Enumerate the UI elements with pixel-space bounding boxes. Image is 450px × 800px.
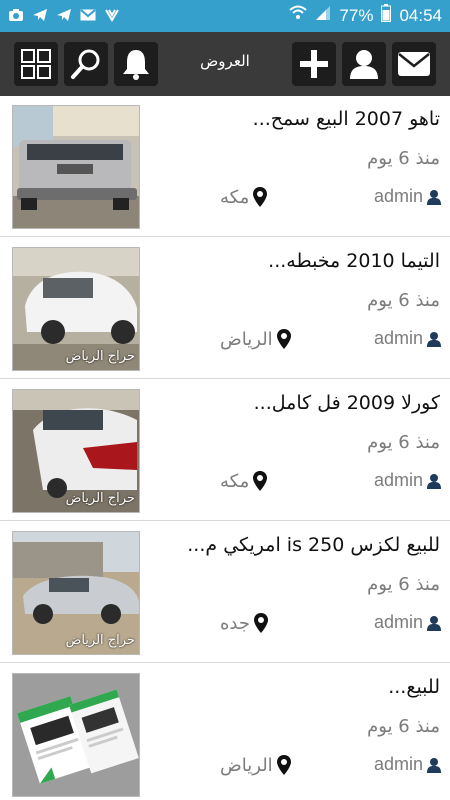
map-pin-icon [254,613,269,633]
grid-icon [21,49,51,79]
photo-icon [8,6,24,24]
city-name: جده [220,612,251,634]
mail-icon [398,52,430,76]
user-icon [427,189,441,205]
battery-text: 77% [339,5,374,25]
listing-row[interactable]: للبيع... منذ 6 يوم admin الرياض [0,664,450,800]
listing-time: منذ 6 يوم [367,290,440,311]
author-name: admin [373,328,423,348]
map-pin-icon [276,329,291,349]
author-name: admin [373,612,423,632]
listing-row[interactable]: حراج الرياض كورلا 2009 فل كامل... منذ 6 … [0,380,450,521]
listing-author: admin [374,186,442,207]
listing-title[interactable]: التيما 2010 مخبطه... [150,250,440,272]
thumbnail-watermark: حراج الرياض [65,491,135,506]
thumbnail-watermark: حراج الرياض [65,633,135,648]
listing-title[interactable]: تاهو 2007 البيع سمح... [150,108,440,130]
system-status: 77% 04:54 [289,4,442,27]
listing-thumbnail[interactable]: حراج الرياض [12,389,140,513]
city-name: الرياض [220,328,273,350]
listing-thumbnail[interactable] [12,673,140,797]
search-button[interactable] [64,42,108,86]
map-pin-icon [253,471,268,491]
battery-icon [381,4,392,27]
listing-thumbnail[interactable]: حراج الرياض [12,531,140,655]
listing-city: مكه [220,470,268,492]
listing-row[interactable]: حراج الرياض التيما 2010 مخبطه... منذ 6 ي… [0,238,450,379]
grid-view-button[interactable] [14,42,58,86]
listing-time: منذ 6 يوم [367,148,440,169]
app-header: العروض [0,32,450,96]
listing-author: admin [374,470,442,491]
city-name: الرياض [220,754,273,776]
notification-icons [8,6,120,24]
user-icon [427,757,441,773]
user-icon [427,331,441,347]
signal-icon [315,5,331,26]
listing-author: admin [374,328,442,349]
listing-title[interactable]: للبيع... [150,676,440,698]
user-icon [427,473,441,489]
messages-button[interactable] [392,42,436,86]
listing-thumbnail[interactable]: حراج الرياض [12,247,140,371]
listing-time: منذ 6 يوم [367,574,440,595]
author-name: admin [373,470,423,490]
profile-button[interactable] [342,42,386,86]
telegram-icon [56,6,72,24]
listing-city: الرياض [220,328,292,350]
user-icon [427,615,441,631]
listing-thumbnail[interactable] [12,105,140,229]
clock: 04:54 [399,5,442,25]
wifi-icon [289,5,308,26]
search-icon [71,49,100,79]
thumbnail-watermark: حراج الرياض [65,349,135,364]
author-name: admin [373,754,423,774]
user-icon [350,50,378,79]
plus-icon [300,50,328,78]
gmail-icon [80,6,96,24]
city-name: مكه [220,186,250,208]
notifications-button[interactable] [114,42,158,86]
map-pin-icon [253,187,268,207]
listing-row[interactable]: تاهو 2007 البيع سمح... منذ 6 يوم admin م… [0,96,450,237]
map-pin-icon [276,755,291,775]
listing-title[interactable]: للبيع لكزس 250 is امريكي م... [150,534,440,556]
listing-city: الرياض [220,754,292,776]
city-name: مكه [220,470,250,492]
bell-icon [123,50,149,80]
listing-city: مكه [220,186,268,208]
page-title: العروض [200,52,250,70]
listing-row[interactable]: حراج الرياض للبيع لكزس 250 is امريكي م..… [0,522,450,663]
listing-author: admin [374,612,442,633]
telegram-icon [32,6,48,24]
listing-time: منذ 6 يوم [367,432,440,453]
app-icon [104,6,120,24]
add-listing-button[interactable] [292,42,336,86]
listing-title[interactable]: كورلا 2009 فل كامل... [150,392,440,414]
listing-author: admin [374,754,442,775]
listing-time: منذ 6 يوم [367,716,440,737]
status-bar: 77% 04:54 [0,0,450,32]
author-name: admin [373,186,423,206]
listing-city: جده [220,612,269,634]
